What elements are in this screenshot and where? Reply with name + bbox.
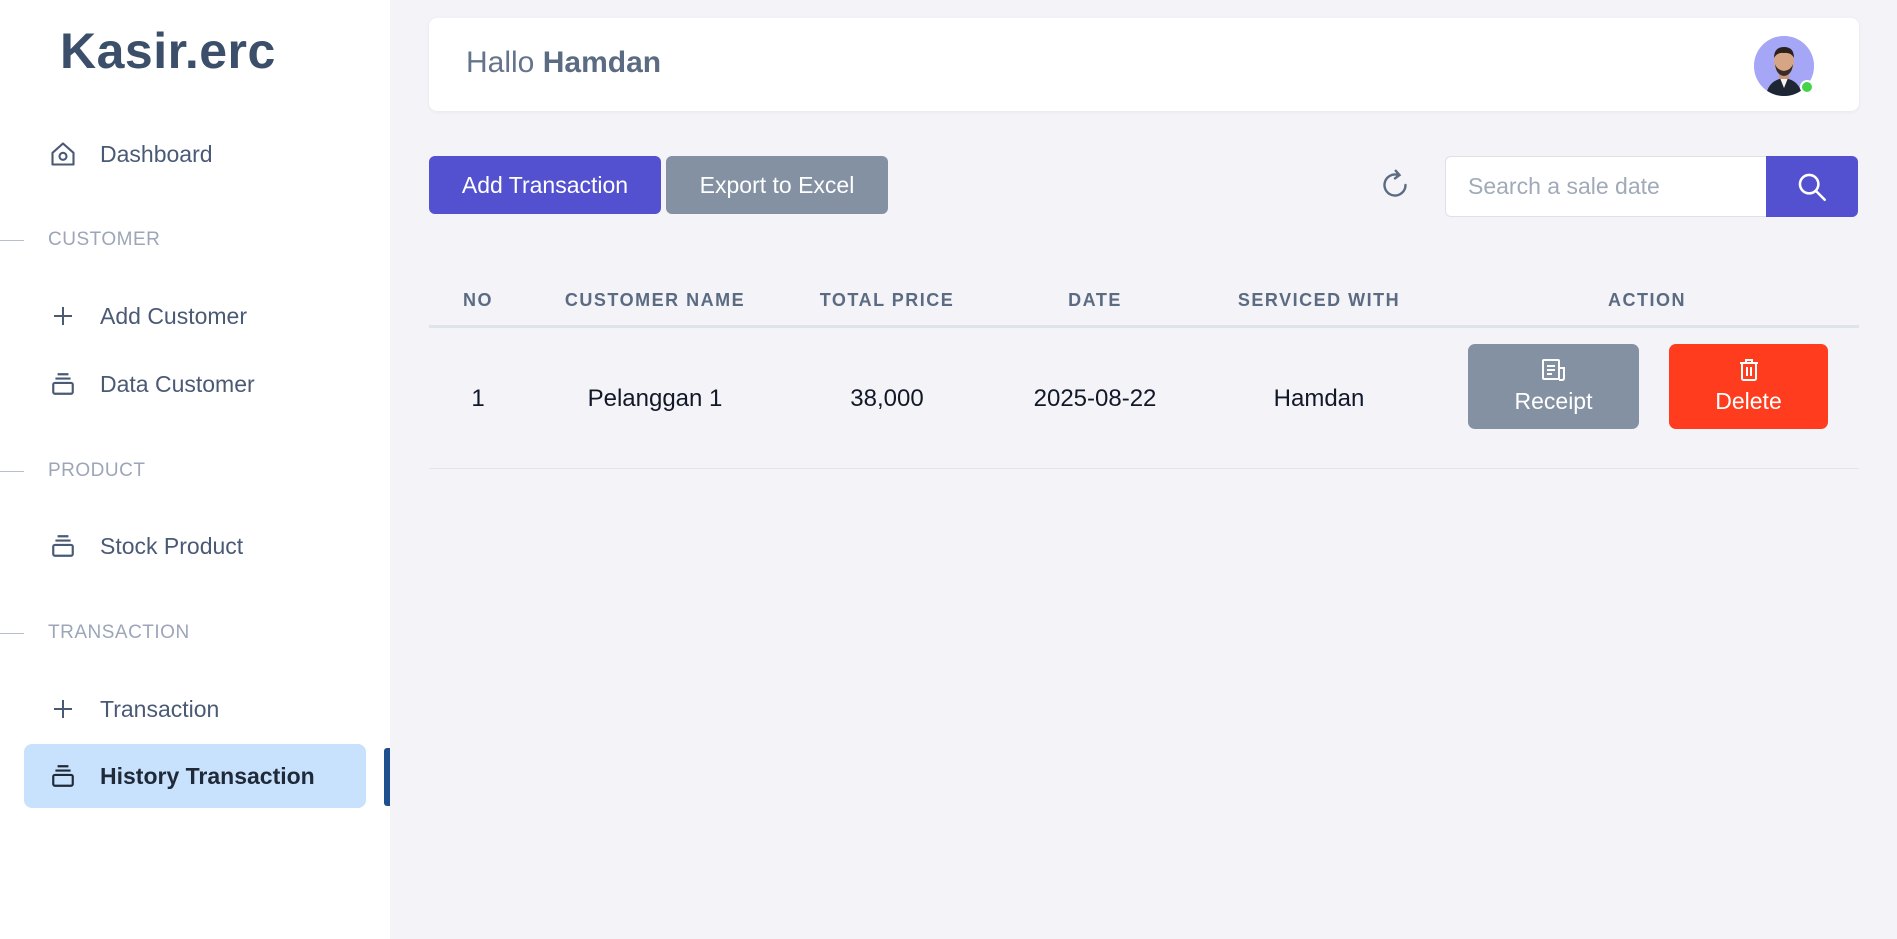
search-icon [1798,173,1827,201]
section-divider [0,471,24,472]
receipt-button[interactable]: Receipt [1468,344,1639,429]
receipt-label: Receipt [1514,388,1593,414]
section-label-product: PRODUCT [48,460,146,481]
section-divider [0,633,24,634]
avatar[interactable] [1754,36,1814,96]
cell-date: 2025-08-22 [1033,385,1157,412]
table-row: 1 Pelanggan 1 38,000 2025-08-22 Hamdan R… [429,328,1859,469]
section-label-transaction: TRANSACTION [48,622,190,643]
sidebar-item-data-customer[interactable]: Data Customer [24,352,366,416]
section-divider [0,240,24,241]
sidebar-item-label: Stock Product [100,532,244,559]
sidebar-item-label: Data Customer [100,370,255,397]
cell-serviced-with: Hamdan [1273,385,1365,412]
column-header-no[interactable]: NO [463,290,493,311]
sidebar-item-label: Add Customer [100,302,248,329]
greeting: Hallo Hamdan [466,46,661,80]
sidebar-item-label: Transaction [100,695,220,722]
add-transaction-button[interactable]: Add Transaction [429,156,661,214]
user-name: Hamdan [542,46,662,79]
column-header-customer-name[interactable]: CUSTOMER NAME [565,290,745,311]
column-header-serviced-with[interactable]: SERVICED WITH [1238,290,1400,311]
stack-icon [48,369,78,399]
sidebar: Kasir.erc Dashboard CUSTOMER Add Custome… [0,0,390,939]
export-excel-button[interactable]: Export to Excel [666,156,888,214]
table-header: NO CUSTOMER NAME TOTAL PRICE DATE SERVIC… [429,284,1859,328]
section-label-customer: CUSTOMER [48,229,161,250]
column-header-date[interactable]: DATE [1068,290,1122,311]
stack-icon [48,531,78,561]
sidebar-item-dashboard[interactable]: Dashboard [24,122,366,186]
online-status-dot [1800,80,1814,94]
sidebar-item-stock-product[interactable]: Stock Product [24,514,366,578]
plus-icon [48,301,78,331]
greeting-text: Hallo [466,46,535,79]
sidebar-item-history-transaction[interactable]: History Transaction [24,744,366,808]
sidebar-item-label: History Transaction [100,762,315,789]
plus-icon [48,694,78,724]
sidebar-item-add-customer[interactable]: Add Customer [24,284,366,348]
home-icon [48,139,78,169]
search-button[interactable] [1766,156,1858,217]
column-header-action: ACTION [1608,290,1686,310]
cell-no: 1 [471,385,485,412]
top-header: Hallo Hamdan [429,18,1859,111]
search-input[interactable] [1445,156,1767,217]
active-indicator [384,748,390,806]
app-brand: Kasir.erc [60,23,276,79]
cell-customer-name: Pelanggan 1 [587,385,723,412]
receipt-icon [1541,358,1567,384]
trash-icon [1738,358,1760,384]
delete-label: Delete [1715,388,1782,414]
sidebar-item-label: Dashboard [100,140,213,167]
sidebar-item-transaction[interactable]: Transaction [24,677,366,741]
stack-icon [48,761,78,791]
delete-button[interactable]: Delete [1669,344,1828,429]
cell-total-price: 38,000 [850,385,924,412]
refresh-icon[interactable] [1377,167,1413,203]
column-header-total-price[interactable]: TOTAL PRICE [820,290,955,311]
